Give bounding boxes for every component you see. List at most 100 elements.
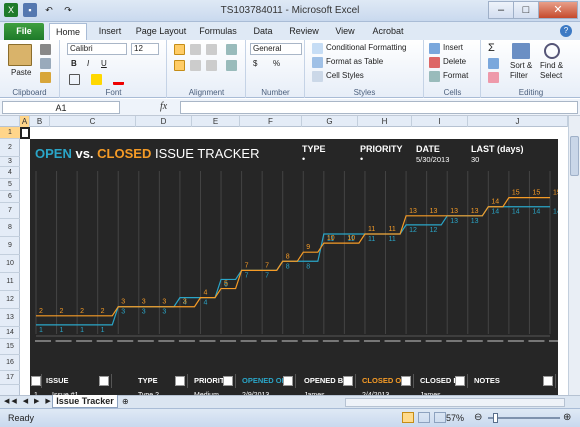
tab-data[interactable]: Data — [248, 23, 278, 40]
row-header[interactable]: 7 — [0, 203, 20, 219]
maximize-button[interactable]: □ — [513, 1, 539, 19]
minimize-button[interactable]: – — [488, 1, 514, 19]
align-middle-icon[interactable] — [190, 44, 201, 55]
clear-icon[interactable] — [488, 72, 499, 83]
cell-styles-button[interactable]: Cell Styles — [326, 71, 364, 80]
tab-review[interactable]: Review — [286, 23, 322, 40]
horizontal-scrollbar[interactable] — [345, 398, 565, 407]
insert-cells-button[interactable]: Insert — [443, 43, 463, 52]
bold-button[interactable]: B — [71, 59, 77, 68]
percent-button[interactable]: % — [273, 59, 280, 68]
worksheet[interactable]: OPEN vs. CLOSED ISSUE TRACKER TYPE • PRI… — [20, 127, 568, 395]
align-center-icon[interactable] — [190, 60, 201, 71]
zoom-in-icon[interactable]: ⊕ — [563, 412, 571, 423]
scroll-thumb[interactable] — [570, 136, 579, 176]
tab-home[interactable]: Home — [49, 23, 87, 40]
column-header[interactable]: D — [136, 116, 192, 127]
format-painter-icon[interactable] — [40, 72, 51, 83]
table-header-cell[interactable]: TYPE — [134, 374, 188, 388]
align-bottom-icon[interactable] — [206, 44, 217, 55]
filter-dropdown-icon[interactable] — [99, 376, 109, 386]
delete-cells-button[interactable]: Delete — [443, 57, 466, 66]
vertical-scrollbar[interactable] — [568, 116, 580, 395]
table-header-cell[interactable]: CLOSED BY — [416, 374, 468, 388]
merge-icon[interactable] — [226, 60, 237, 71]
italic-button[interactable]: I — [87, 59, 89, 68]
tab-file[interactable]: File — [4, 23, 44, 40]
wrap-text-icon[interactable] — [226, 44, 237, 55]
table-header-cell[interactable]: NOTES — [470, 374, 556, 388]
font-size-select[interactable]: 12 — [131, 43, 159, 55]
tab-page-layout[interactable]: Page Layout — [133, 23, 189, 40]
row-header[interactable]: 12 — [0, 291, 20, 309]
copy-icon[interactable] — [40, 58, 51, 69]
find-select-button[interactable]: Find & — [540, 61, 563, 70]
paste-button[interactable]: Paste — [11, 68, 31, 77]
insert-function-icon[interactable]: fx — [160, 101, 167, 112]
active-cell[interactable] — [20, 127, 30, 139]
date-value[interactable]: 5/30/2013 — [416, 155, 449, 164]
font-color-icon[interactable] — [113, 74, 124, 85]
tab-formulas[interactable]: Formulas — [196, 23, 240, 40]
fill-icon[interactable] — [488, 58, 499, 69]
column-header[interactable]: E — [192, 116, 240, 127]
column-header[interactable]: H — [358, 116, 412, 127]
row-header[interactable]: 17 — [0, 371, 20, 385]
filter-dropdown-icon[interactable] — [223, 376, 233, 386]
align-right-icon[interactable] — [206, 60, 217, 71]
formula-input[interactable] — [180, 101, 578, 114]
align-top-icon[interactable] — [174, 44, 185, 55]
currency-button[interactable]: $ — [253, 59, 257, 68]
row-header[interactable]: 9 — [0, 237, 20, 255]
column-header[interactable]: B — [30, 116, 50, 127]
sort-filter-button[interactable]: Sort & — [510, 61, 532, 70]
column-header[interactable]: I — [412, 116, 468, 127]
row-header[interactable]: 10 — [0, 255, 20, 273]
column-header[interactable]: F — [240, 116, 302, 127]
filter-dropdown-icon[interactable] — [283, 376, 293, 386]
conditional-formatting-button[interactable]: Conditional Formatting — [326, 43, 406, 52]
zoom-slider[interactable] — [488, 417, 560, 419]
row-header[interactable]: 2 — [0, 139, 20, 157]
row-header[interactable]: 1 — [0, 127, 20, 139]
page-break-view-icon[interactable] — [434, 412, 446, 423]
format-as-table-button[interactable]: Format as Table — [326, 57, 383, 66]
row-number-header[interactable] — [30, 374, 42, 388]
column-header[interactable]: J — [468, 116, 568, 127]
tab-insert[interactable]: Insert — [92, 23, 128, 40]
table-header-cell[interactable]: CLOSED ON — [358, 374, 414, 388]
new-sheet-icon[interactable]: ⊕ — [122, 397, 129, 406]
table-header-cell[interactable]: OPENED BY — [300, 374, 356, 388]
column-header[interactable]: C — [50, 116, 136, 127]
paste-icon[interactable] — [8, 44, 32, 66]
filter-dropdown-icon[interactable] — [401, 376, 411, 386]
number-format-select[interactable]: General — [250, 43, 302, 55]
row-header[interactable]: 6 — [0, 191, 20, 203]
name-box[interactable]: A1 — [2, 101, 120, 114]
row-header[interactable]: 13 — [0, 309, 20, 327]
row-header[interactable]: 16 — [0, 355, 20, 371]
column-header[interactable]: G — [302, 116, 358, 127]
row-header[interactable]: 15 — [0, 339, 20, 355]
align-left-icon[interactable] — [174, 60, 185, 71]
close-button[interactable]: ✕ — [538, 1, 578, 19]
underline-button[interactable]: U — [101, 59, 107, 68]
priority-bullet[interactable]: • — [360, 154, 363, 164]
cut-icon[interactable] — [40, 44, 51, 55]
filter-dropdown-icon[interactable] — [31, 376, 41, 386]
row-header[interactable]: 14 — [0, 327, 20, 339]
sheet-tab-issue-tracker[interactable]: Issue Tracker — [52, 395, 118, 408]
filter-dropdown-icon[interactable] — [455, 376, 465, 386]
filter-dropdown-icon[interactable] — [343, 376, 353, 386]
zoom-out-icon[interactable]: ⊖ — [474, 412, 482, 423]
autosum-icon[interactable]: Σ — [488, 42, 495, 54]
borders-icon[interactable] — [69, 74, 80, 85]
select-all-corner[interactable] — [0, 116, 20, 127]
table-header-cell[interactable]: PRIORITY — [190, 374, 236, 388]
row-header[interactable]: 8 — [0, 219, 20, 237]
table-header-cell[interactable]: OPENED ON — [238, 374, 296, 388]
fill-color-icon[interactable] — [91, 74, 102, 85]
type-bullet[interactable]: • — [302, 154, 305, 164]
zoom-slider-thumb[interactable] — [493, 413, 498, 423]
help-icon[interactable]: ? — [560, 25, 572, 37]
